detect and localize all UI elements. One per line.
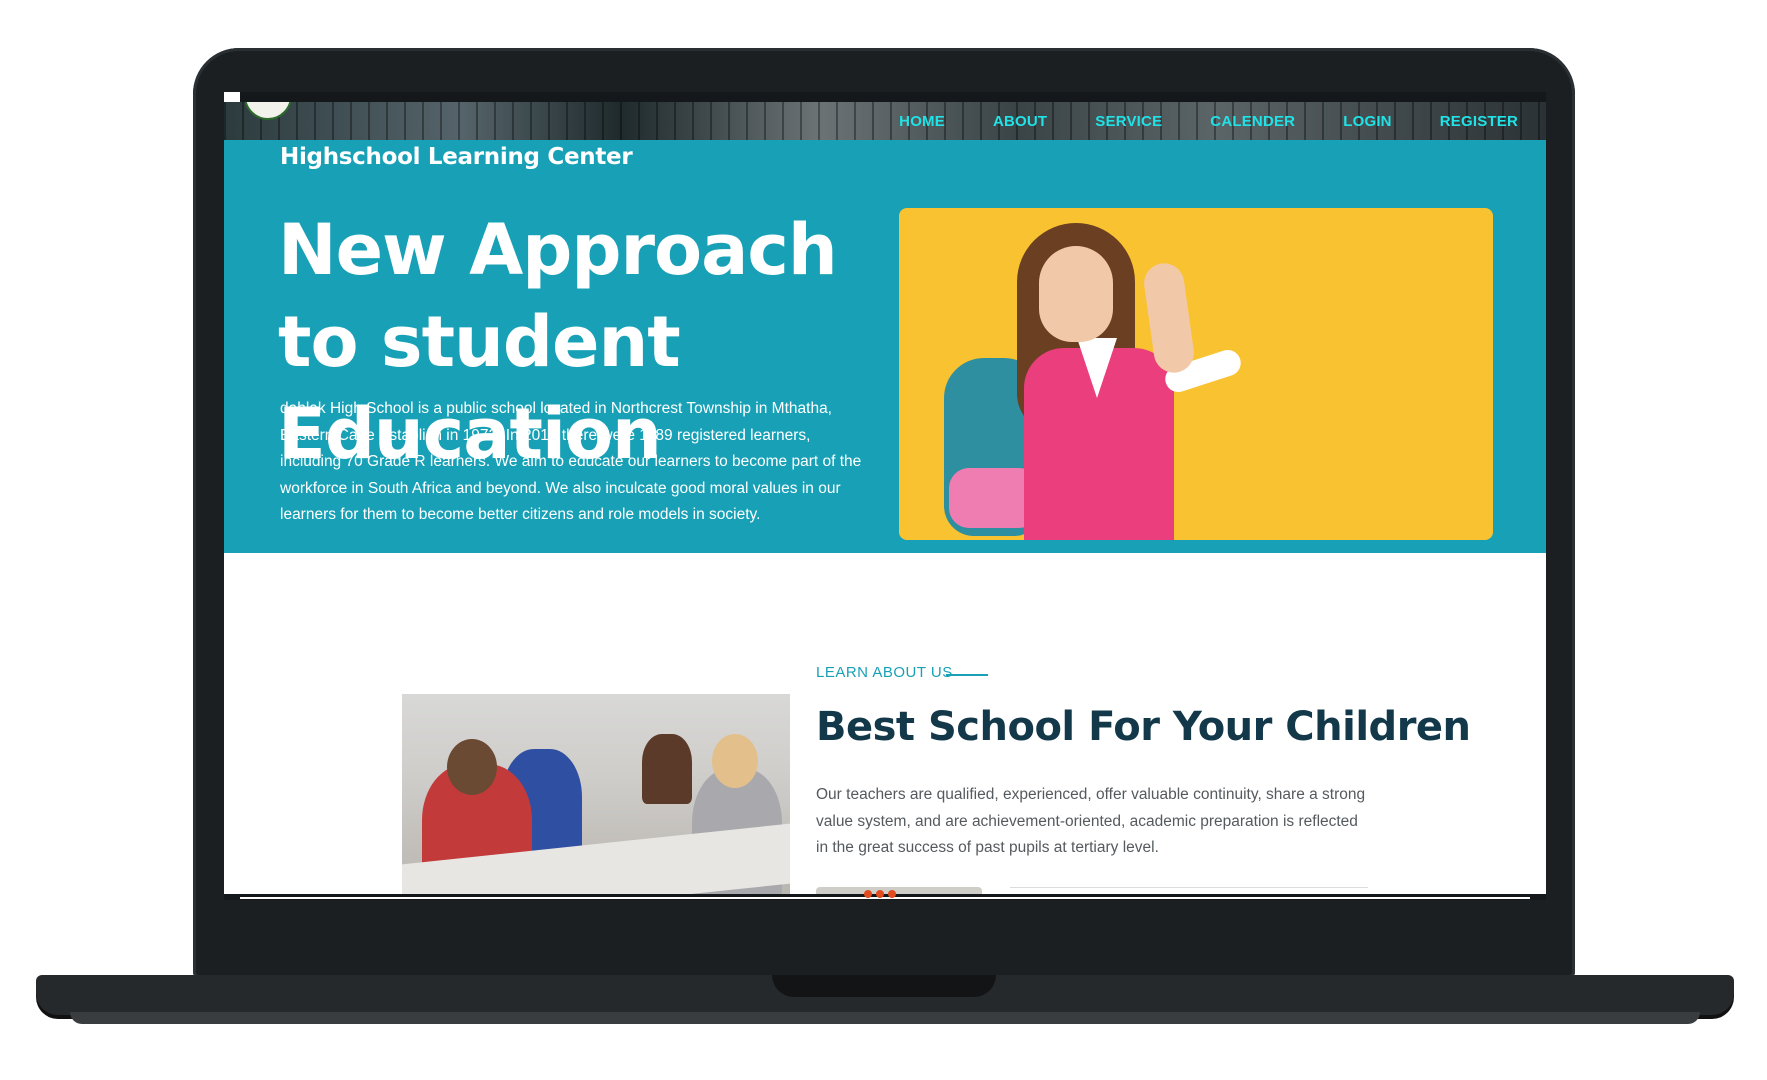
student-head-shape: [712, 734, 758, 788]
laptop-notch: [772, 975, 996, 997]
laptop-base-shadow: [70, 1012, 1700, 1024]
girl-face-shape: [1039, 246, 1113, 342]
school-name: Highschool Learning Center: [280, 144, 633, 170]
laptop-screen: HOME ABOUT SERVICE CALENDER LOGIN REGIST…: [224, 92, 1546, 900]
scroll-dot[interactable]: [864, 890, 872, 898]
scroll-dot[interactable]: [876, 890, 884, 898]
nav-about-link[interactable]: ABOUT: [969, 113, 1071, 130]
nav-calender-link[interactable]: CALENDER: [1186, 113, 1319, 130]
nav-register-link[interactable]: REGISTER: [1416, 113, 1526, 130]
about-title: Best School For Your Children: [816, 704, 1471, 750]
divider: [1010, 887, 1368, 888]
student-head-shape: [447, 739, 497, 795]
label-underline: [946, 674, 988, 676]
about-description: Our teachers are qualified, experienced,…: [816, 786, 1366, 856]
hero-section: Highschool Learning Center New Approach …: [224, 140, 1546, 553]
hero-student-image: [899, 208, 1493, 540]
student-shape: [642, 734, 692, 804]
classroom-image: [402, 694, 790, 900]
hero-description: dahlak High School is a public school lo…: [280, 400, 862, 523]
nav-service-link[interactable]: SERVICE: [1071, 113, 1186, 130]
nav-links: HOME ABOUT SERVICE CALENDER LOGIN REGIST…: [875, 102, 1526, 140]
nav-home-link[interactable]: HOME: [875, 113, 969, 130]
navbar: HOME ABOUT SERVICE CALENDER LOGIN REGIST…: [224, 102, 1546, 140]
screen-top-bezel: [240, 92, 1546, 102]
nav-login-link[interactable]: LOGIN: [1319, 113, 1416, 130]
scroll-dot[interactable]: [888, 890, 896, 898]
scroll-indicator[interactable]: [864, 890, 896, 898]
learn-about-label: LEARN ABOUT US: [816, 664, 953, 681]
